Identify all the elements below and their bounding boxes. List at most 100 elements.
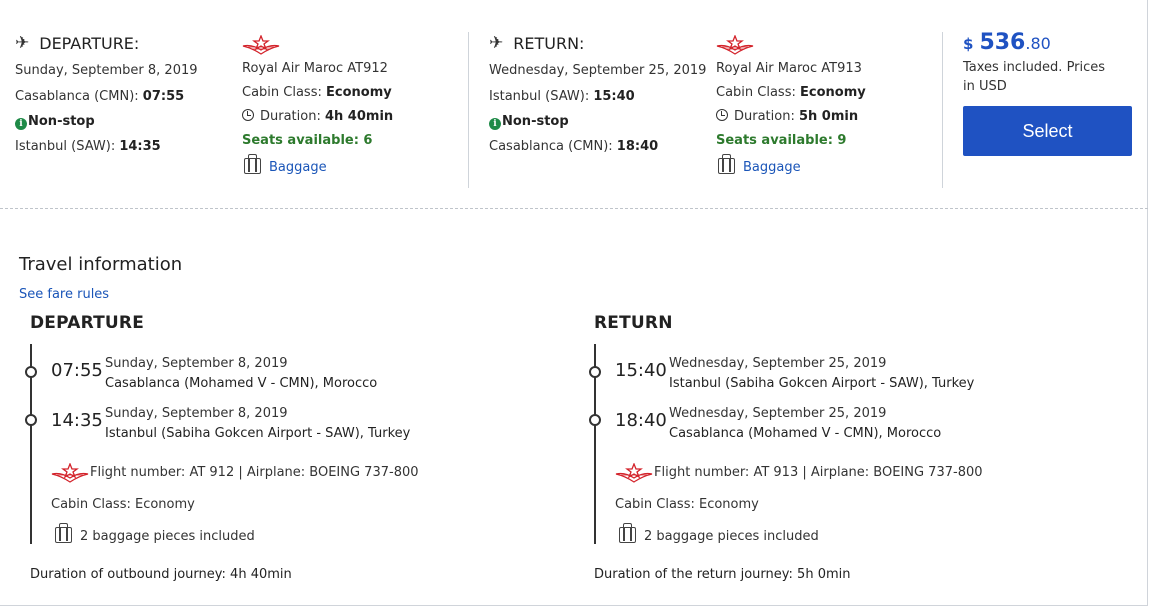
stop-place: Casablanca (Mohamed V - CMN), Morocco [105,376,378,391]
stop-place: Istanbul (Sabiha Gokcen Airport - SAW), … [105,426,411,441]
return-destination-label: Casablanca (CMN): [489,139,613,154]
return-duration-value: 5h 0min [798,109,859,124]
return-duration: Duration: 5h 0min [716,109,858,124]
departure-destination: Istanbul (SAW): 14:35 [15,139,161,154]
return-destination: Casablanca (CMN): 18:40 [489,139,658,154]
return-origin-label: Istanbul (SAW): [489,89,590,104]
departure-duration-label: Duration: [260,109,321,124]
return-airline: Royal Air Maroc AT913 [716,61,862,76]
return-cabin-value: Economy [800,85,866,100]
departure-origin-label: Casablanca (CMN): [15,89,139,104]
stop-time: 18:40 [615,410,667,431]
price-currency: $ [963,35,974,53]
journey-duration: Duration of the return journey: 5h 0min [594,567,850,582]
departure-cabin: Cabin Class: Economy [242,85,392,100]
baggage-info-label: 2 baggage pieces included [644,529,819,544]
info-circle-icon: i [489,118,501,130]
royal-air-maroc-logo [716,35,754,55]
timeline-dot-icon [589,366,601,378]
return-header: ✈ RETURN: [489,33,584,53]
baggage-icon [55,523,72,543]
return-header-label: RETURN: [513,33,585,53]
departure-destination-label: Istanbul (SAW): [15,139,116,154]
departure-origin: Casablanca (CMN): 07:55 [15,89,184,104]
departure-airline: Royal Air Maroc AT912 [242,61,388,76]
journey-duration: Duration of outbound journey: 4h 40min [30,567,292,582]
departure-duration-value: 4h 40min [324,109,394,124]
dashed-divider [0,208,1148,209]
detail-departure-title: DEPARTURE [30,313,145,333]
departure-duration: Duration: 4h 40min [242,109,393,124]
journey-duration-value: 4h 40min [230,567,292,582]
journey-duration-label: Duration of the return journey: [594,567,793,582]
baggage-info: 2 baggage pieces included [55,523,255,544]
return-date: Wednesday, September 25, 2019 [489,63,707,78]
timeline-dot-icon [589,414,601,426]
stop-date: Sunday, September 8, 2019 [105,406,288,421]
stop-date: Wednesday, September 25, 2019 [669,406,887,421]
return-cabin: Cabin Class: Economy [716,85,866,100]
return-origin: Istanbul (SAW): 15:40 [489,89,635,104]
departure-cabin-label: Cabin Class: [242,85,322,100]
departure-stops-label: Non-stop [28,114,95,129]
journey-duration-label: Duration of outbound journey: [30,567,226,582]
stop-time: 07:55 [51,360,103,381]
departure-seats: Seats available: 6 [242,133,373,148]
royal-air-maroc-logo [615,463,653,483]
departure-cabin-value: Economy [326,85,392,100]
detail-return-title: RETURN [594,313,673,333]
departure-origin-time: 07:55 [142,89,185,104]
timeline-dot-icon [25,414,37,426]
departure-header-label: DEPARTURE: [39,33,140,53]
stop-place: Casablanca (Mohamed V - CMN), Morocco [669,426,942,441]
baggage-icon [619,523,636,543]
departure-stops: i Non-stop [15,114,95,130]
stop-time: 14:35 [51,410,103,431]
return-stops: i Non-stop [489,114,569,130]
baggage-icon [718,154,735,174]
departure-baggage-link[interactable]: Baggage [244,154,327,175]
royal-air-maroc-logo [51,463,89,483]
divider [468,32,469,188]
stop-date: Sunday, September 8, 2019 [105,356,288,371]
departure-destination-time: 14:35 [119,139,161,154]
price-cents: .80 [1025,34,1051,53]
departure-date: Sunday, September 8, 2019 [15,63,198,78]
price-amount: 536 [979,30,1026,55]
clock-icon [242,109,254,121]
price-note-line1: Taxes included. Prices [963,60,1106,75]
cabin-class: Cabin Class: Economy [51,497,195,512]
return-stops-label: Non-stop [502,114,569,129]
price-note-line2: in USD [963,79,1007,94]
baggage-icon [244,154,261,174]
departure-baggage-label[interactable]: Baggage [269,160,327,175]
journey-duration-value: 5h 0min [797,567,851,582]
timeline-dot-icon [25,366,37,378]
cabin-class: Cabin Class: Economy [615,497,759,512]
departure-header: ✈ DEPARTURE: [15,33,139,53]
baggage-info: 2 baggage pieces included [619,523,819,544]
return-cabin-label: Cabin Class: [716,85,796,100]
divider [942,32,943,188]
baggage-info-label: 2 baggage pieces included [80,529,255,544]
travel-info-title: Travel information [19,254,183,275]
return-baggage-label[interactable]: Baggage [743,160,801,175]
stop-time: 15:40 [615,360,667,381]
return-duration-label: Duration: [734,109,795,124]
flight-info: Flight number: AT 913 | Airplane: BOEING… [654,465,983,480]
flight-info: Flight number: AT 912 | Airplane: BOEING… [90,465,419,480]
clock-icon [716,109,728,121]
return-destination-time: 18:40 [616,139,659,154]
royal-air-maroc-logo [242,35,280,55]
airplane-icon: ✈ [489,33,504,53]
select-button[interactable]: Select [963,106,1132,156]
fare-rules-link[interactable]: See fare rules [19,287,109,302]
price: $536.80 [963,30,1051,55]
stop-place: Istanbul (Sabiha Gokcen Airport - SAW), … [669,376,975,391]
return-baggage-link[interactable]: Baggage [718,154,801,175]
return-seats: Seats available: 9 [716,133,847,148]
info-circle-icon: i [15,118,27,130]
return-origin-time: 15:40 [593,89,635,104]
airplane-icon: ✈ [15,33,30,53]
stop-date: Wednesday, September 25, 2019 [669,356,887,371]
